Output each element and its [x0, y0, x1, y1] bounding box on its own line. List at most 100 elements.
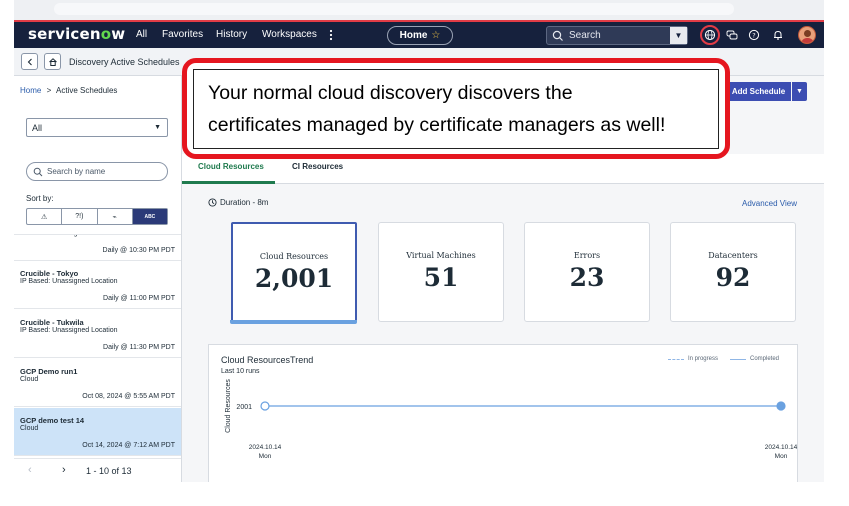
- sort-by-status[interactable]: ?!): [62, 209, 98, 224]
- card-value: 92: [715, 263, 751, 292]
- chevron-down-icon[interactable]: ▼: [670, 27, 687, 44]
- breadcrumb-current: Active Schedules: [56, 86, 118, 95]
- avatar[interactable]: [798, 26, 816, 44]
- page-footer: [14, 482, 824, 506]
- nav-history[interactable]: History: [216, 29, 247, 40]
- list-item-type: IP Based: Unassigned Location: [20, 327, 118, 334]
- star-icon[interactable]: ☆: [431, 30, 440, 41]
- sidebar-search[interactable]: Search by name: [26, 162, 168, 181]
- annotation-callout: Your normal cloud discovery discovers th…: [182, 58, 730, 159]
- schedule-list: IP Based: Unassigned Location Daily @ 10…: [14, 234, 181, 458]
- add-schedule-button[interactable]: Add Schedule: [726, 82, 791, 101]
- warning-icon: ⚠: [40, 213, 48, 221]
- tab-cloud-resources[interactable]: Cloud Resources: [198, 162, 264, 171]
- caret-down-icon: ▼: [154, 124, 161, 131]
- sort-by-warning[interactable]: ⚠: [27, 209, 63, 224]
- list-item[interactable]: Crucible - Tokyo IP Based: Unassigned Lo…: [14, 261, 181, 309]
- nav-all[interactable]: All: [136, 29, 147, 40]
- list-item-schedule: Daily @ 11:00 PM PDT: [103, 295, 175, 302]
- address-bar[interactable]: [54, 3, 734, 15]
- data-point: [260, 401, 270, 411]
- card-errors[interactable]: Errors 23: [524, 222, 650, 322]
- tab-ci-resources[interactable]: CI Resources: [292, 162, 343, 171]
- help-icon[interactable]: ?: [747, 28, 761, 42]
- card-label: Virtual Machines: [406, 251, 476, 260]
- y-tick-label: 2001: [236, 404, 252, 411]
- breadcrumb: Home > Active Schedules: [20, 86, 117, 95]
- card-value: 2,001: [254, 264, 334, 293]
- list-item-name: Crucible - Tukwila: [20, 318, 84, 327]
- callout-textbox: Your normal cloud discovery discovers th…: [193, 69, 719, 149]
- back-button[interactable]: [21, 53, 38, 70]
- search-input[interactable]: Search: [569, 30, 601, 41]
- filter-select[interactable]: All ▼: [26, 118, 168, 137]
- chat-icon[interactable]: [725, 28, 739, 42]
- card-cloud-resources[interactable]: Cloud Resources 2,001: [231, 222, 357, 322]
- card-value: 23: [569, 263, 605, 292]
- trend-chart-panel: Cloud ResourcesTrend Last 10 runs In pro…: [208, 344, 798, 482]
- list-item[interactable]: IP Based: Unassigned Location Daily @ 10…: [14, 235, 181, 261]
- sidebar-search-input[interactable]: Search by name: [47, 167, 105, 176]
- global-search[interactable]: Search ▼: [546, 26, 688, 45]
- sort-by-activity[interactable]: ⌁: [98, 209, 133, 224]
- callout-line-1: Your normal cloud discovery discovers th…: [208, 82, 573, 104]
- x-tick-label: 2024.10.14: [765, 444, 798, 451]
- duration: Duration - 8m: [208, 198, 268, 207]
- advanced-view-link[interactable]: Advanced View: [742, 199, 797, 208]
- list-item-name: Crucible - Tokyo: [20, 269, 79, 278]
- list-item-name: GCP Demo run1: [20, 367, 78, 376]
- x-tick-day-label: Mon: [775, 453, 788, 460]
- list-item-selected[interactable]: GCP demo test 14 Cloud Oct 14, 2024 @ 7:…: [14, 408, 181, 456]
- card-label: Cloud Resources: [259, 252, 329, 261]
- list-item-schedule: Oct 08, 2024 @ 5:55 AM PDT: [82, 393, 175, 400]
- card-value: 51: [423, 263, 459, 292]
- bell-icon[interactable]: [771, 28, 785, 42]
- prev-page-button[interactable]: ‹: [28, 464, 32, 476]
- trend-chart: Cloud Resources 2001 2024.10.14 Mon 2024.10.…: [225, 379, 798, 460]
- nav-workspaces[interactable]: Workspaces: [262, 29, 317, 40]
- duration-text: Duration - 8m: [220, 198, 269, 207]
- breadcrumb-home[interactable]: Home: [20, 86, 41, 95]
- y-axis-label: Cloud Resources: [225, 379, 232, 433]
- sort-by-name[interactable]: ABC: [132, 209, 167, 224]
- add-schedule-dropdown[interactable]: ▼: [792, 82, 807, 101]
- list-item-schedule: Daily @ 11:30 PM PDT: [103, 344, 175, 351]
- card-datacenters[interactable]: Datacenters 92: [670, 222, 796, 322]
- kebab-icon[interactable]: [324, 28, 338, 42]
- schedules-sidebar: Home > Active Schedules All ▼ Search by n…: [14, 76, 182, 482]
- servicenow-logo[interactable]: servicenow: [28, 25, 125, 43]
- list-item[interactable]: GCP Demo run1 Cloud Oct 08, 2024 @ 5:55 …: [14, 359, 181, 407]
- callout-line-2: certificates managed by certificate mana…: [208, 114, 666, 136]
- search-icon: [552, 30, 563, 41]
- sort-label: Sort by:: [26, 194, 54, 203]
- home-icon: [48, 57, 57, 66]
- x-tick-day-label: Mon: [259, 453, 272, 460]
- breadcrumb-separator: >: [46, 86, 52, 95]
- list-item[interactable]: Crucible - Tukwila IP Based: Unassigned …: [14, 310, 181, 358]
- sort-toggle-group: ⚠ ?!) ⌁ ABC: [26, 208, 168, 225]
- browser-strip: [14, 0, 824, 20]
- card-virtual-machines[interactable]: Virtual Machines 51: [378, 222, 504, 322]
- svg-text:?: ?: [752, 31, 755, 39]
- list-item-type: IP Based: Unassigned Location: [20, 278, 118, 285]
- home-workspace-pill[interactable]: Home ☆: [387, 26, 453, 45]
- chevron-left-icon: [27, 58, 32, 65]
- chevron-down-icon: ▼: [796, 88, 803, 95]
- globe-icon[interactable]: [703, 28, 717, 42]
- list-item-type: IP Based: Unassigned Location: [20, 235, 118, 237]
- home-button[interactable]: [44, 53, 61, 70]
- next-page-button[interactable]: ›: [62, 464, 66, 476]
- search-icon: [33, 167, 43, 176]
- card-label: Errors: [573, 251, 601, 260]
- active-tab-indicator: [182, 181, 275, 184]
- alphabetical-icon: ABC: [144, 213, 156, 220]
- list-item-schedule: Oct 14, 2024 @ 7:12 AM PDT: [82, 442, 175, 449]
- status-icon: ?!): [75, 213, 84, 220]
- card-label: Datacenters: [708, 251, 758, 260]
- nav-favorites[interactable]: Favorites: [162, 29, 203, 40]
- list-item-type: Cloud: [20, 376, 39, 383]
- list-item-schedule: Daily @ 10:30 PM PDT: [102, 247, 175, 254]
- page-count: 1 - 10 of 13: [86, 466, 132, 476]
- list-item-type: Cloud: [20, 425, 39, 432]
- clock-icon: [208, 198, 217, 207]
